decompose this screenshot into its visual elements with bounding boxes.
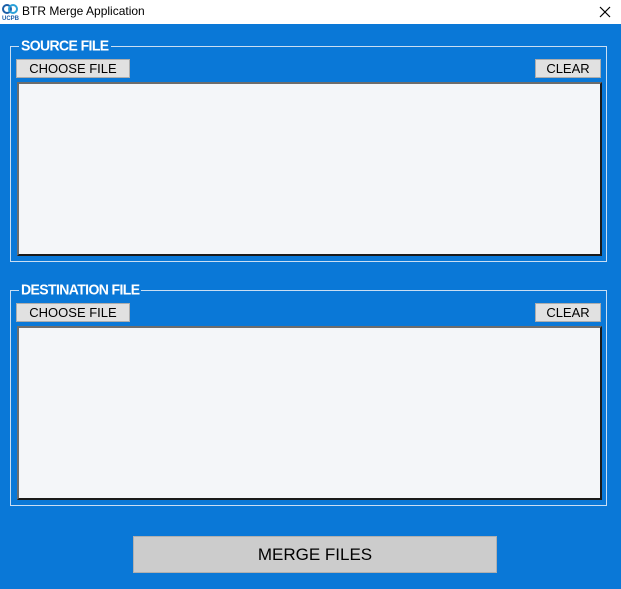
source-file-group: SOURCE FILE CHOOSE FILE CLEAR — [10, 36, 607, 262]
close-button[interactable] — [589, 0, 621, 24]
destination-clear-button[interactable]: CLEAR — [535, 303, 601, 322]
ucpb-logo-icon: UCPB — [2, 4, 19, 21]
source-clear-button[interactable]: CLEAR — [535, 59, 601, 78]
destination-file-legend: DESTINATION FILE — [19, 280, 142, 298]
title-bar: UCPB BTR Merge Application — [0, 0, 621, 24]
source-choose-file-button[interactable]: CHOOSE FILE — [16, 59, 130, 78]
close-icon — [599, 6, 611, 18]
svg-text:UCPB: UCPB — [2, 16, 19, 21]
source-file-legend: SOURCE FILE — [19, 36, 111, 54]
main-panel: SOURCE FILE CHOOSE FILE CLEAR DESTINATIO… — [0, 24, 621, 589]
destination-choose-file-button[interactable]: CHOOSE FILE — [16, 303, 130, 322]
merge-files-button[interactable]: MERGE FILES — [133, 536, 497, 573]
destination-file-textbox[interactable] — [17, 326, 602, 500]
source-file-textbox[interactable] — [17, 82, 602, 256]
destination-file-group: DESTINATION FILE CHOOSE FILE CLEAR — [10, 280, 607, 506]
window-title: BTR Merge Application — [22, 4, 145, 18]
app-window: UCPB BTR Merge Application SOURCE FILE C… — [0, 0, 621, 589]
